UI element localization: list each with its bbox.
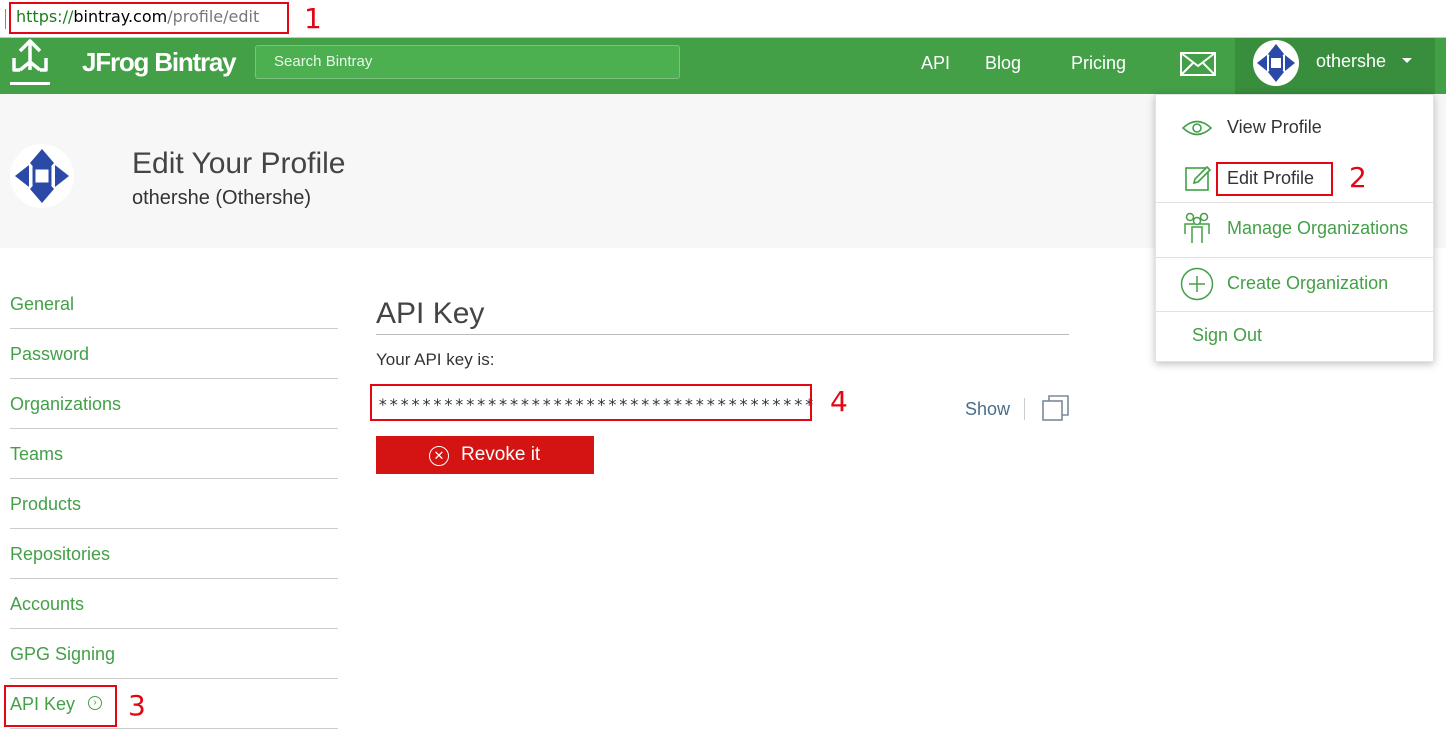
menu-item-label: Manage Organizations bbox=[1227, 218, 1409, 238]
annotation-box-api-key-nav bbox=[4, 685, 117, 727]
top-navbar: JFrog Bintray Search Bintray API Blog Pr… bbox=[0, 38, 1446, 94]
plus-circle-icon bbox=[1180, 267, 1214, 301]
annotation-number-2: 2 bbox=[1349, 161, 1367, 194]
user-name: othershe bbox=[1316, 51, 1387, 71]
nav-link-pricing[interactable]: Pricing bbox=[1071, 52, 1126, 74]
avatar bbox=[1253, 40, 1299, 86]
settings-sidebar: General Password Organizations Teams Pro… bbox=[10, 279, 338, 729]
sidebar-item-accounts[interactable]: Accounts bbox=[10, 579, 338, 629]
eye-icon bbox=[1182, 120, 1212, 136]
section-title: API Key bbox=[376, 297, 485, 330]
search-input[interactable]: Search Bintray bbox=[255, 45, 680, 79]
people-icon bbox=[1184, 212, 1210, 243]
page-title: Edit Your Profile bbox=[132, 147, 346, 180]
sidebar-item-label: Teams bbox=[10, 444, 64, 464]
nav-link-blog[interactable]: Blog bbox=[985, 52, 1021, 74]
menu-divider bbox=[1156, 311, 1433, 312]
sidebar-item-label: Accounts bbox=[10, 594, 85, 614]
show-key-link[interactable]: Show bbox=[965, 398, 1010, 420]
annotation-box-edit-profile bbox=[1216, 162, 1333, 196]
bintray-logo-icon[interactable] bbox=[8, 38, 52, 88]
envelope-icon[interactable] bbox=[1180, 52, 1216, 76]
menu-item-label: Sign Out bbox=[1192, 325, 1263, 345]
annotation-box-url bbox=[9, 2, 289, 34]
edit-icon bbox=[1185, 165, 1212, 191]
section-divider bbox=[376, 334, 1069, 335]
annotation-number-1: 1 bbox=[304, 2, 322, 35]
sidebar-item-label: Repositories bbox=[10, 544, 111, 564]
annotation-box-api-key-value bbox=[370, 384, 812, 421]
text-caret bbox=[5, 9, 6, 29]
sidebar-item-label: General bbox=[10, 294, 75, 314]
copy-icon[interactable] bbox=[1041, 394, 1071, 422]
annotation-number-4: 4 bbox=[830, 385, 848, 418]
close-circle-icon: ✕ bbox=[429, 446, 449, 466]
page-subtitle: othershe (Othershe) bbox=[132, 187, 311, 209]
sidebar-item-label: Password bbox=[10, 344, 90, 364]
menu-item-label: View Profile bbox=[1227, 117, 1322, 137]
menu-divider bbox=[1156, 257, 1433, 258]
sidebar-item-label: Organizations bbox=[10, 394, 122, 414]
revoke-button-label: Revoke it bbox=[461, 444, 541, 465]
divider bbox=[1024, 398, 1025, 420]
menu-item-manage-organizations[interactable]: Manage Organizations bbox=[1156, 212, 1433, 243]
sidebar-item-label: Products bbox=[10, 494, 82, 514]
api-key-label: Your API key is: bbox=[376, 350, 495, 369]
brand-name[interactable]: JFrog Bintray bbox=[82, 46, 237, 78]
sidebar-item-general[interactable]: General bbox=[10, 279, 338, 329]
caret-down-icon bbox=[1402, 58, 1412, 63]
revoke-button[interactable]: ✕ Revoke it bbox=[376, 436, 594, 474]
menu-item-sign-out[interactable]: Sign Out bbox=[1156, 324, 1433, 348]
menu-item-view-profile[interactable]: View Profile bbox=[1156, 116, 1433, 140]
user-menu-toggle[interactable]: othershe bbox=[1235, 38, 1435, 94]
menu-item-create-organization[interactable]: Create Organization bbox=[1156, 267, 1433, 301]
profile-avatar bbox=[10, 144, 74, 208]
sidebar-item-gpg-signing[interactable]: GPG Signing bbox=[10, 629, 338, 679]
sidebar-item-teams[interactable]: Teams bbox=[10, 429, 338, 479]
user-dropdown-menu: View Profile Edit Profile Manage Organiz… bbox=[1155, 94, 1434, 362]
sidebar-item-label: GPG Signing bbox=[10, 644, 116, 664]
sidebar-item-password[interactable]: Password bbox=[10, 329, 338, 379]
sidebar-item-organizations[interactable]: Organizations bbox=[10, 379, 338, 429]
sidebar-item-repositories[interactable]: Repositories bbox=[10, 529, 338, 579]
nav-link-api[interactable]: API bbox=[921, 52, 950, 74]
sidebar-item-products[interactable]: Products bbox=[10, 479, 338, 529]
menu-divider bbox=[1156, 202, 1433, 203]
annotation-number-3: 3 bbox=[128, 689, 146, 722]
menu-item-label: Create Organization bbox=[1227, 273, 1389, 293]
